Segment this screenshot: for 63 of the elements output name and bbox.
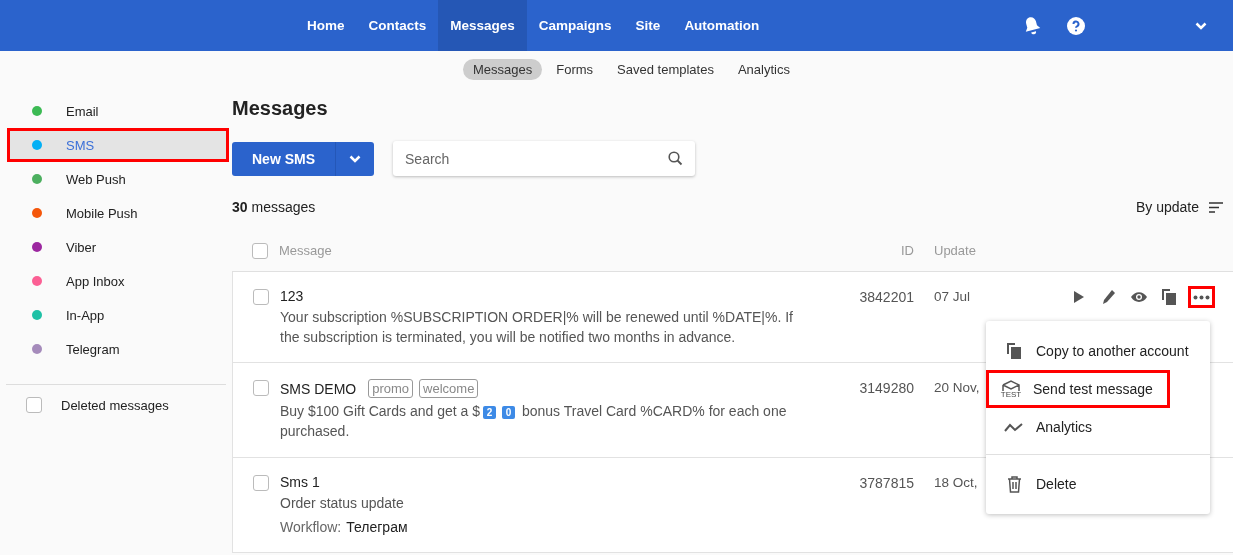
message-title[interactable]: SMS DEMO [280,380,357,397]
subnav-tab[interactable]: Saved templates [607,59,724,80]
date-cell-text: 20 Nov, [934,380,981,395]
sidebar-item[interactable]: Telegram [7,332,229,366]
envelope-icon [1002,379,1020,391]
message-count: 30 messages [232,199,316,215]
help-icon[interactable] [1067,16,1085,35]
column-header: Message [279,243,332,258]
sort-label[interactable]: By update [1135,199,1199,215]
nav-tab[interactable]: Campaigns [526,0,624,51]
checkbox[interactable] [253,380,269,396]
caret-icon [349,154,361,163]
menu-item[interactable]: Copy to another account [986,332,1206,370]
message-title[interactable]: Sms 1 [280,474,320,490]
search-field[interactable]: Search [393,141,695,176]
message-text: Your subscription %SUBSCRIPTION ORDER|% will be renewed until %DATE|%. If the subscription is terminated, you will be notified two months in advance. [280,308,794,347]
checkbox[interactable] [253,475,269,491]
nav-tab[interactable]: Home [295,0,357,51]
date-cell-text: 18 Oct, [934,475,979,490]
sort-icon[interactable] [1209,201,1223,213]
tag: welcome [419,379,479,398]
sidebar-item[interactable]: In-App [7,298,229,332]
subnav-tab[interactable]: Messages [463,59,543,80]
id-cell-text: 3842201 [858,288,914,307]
nav-tab[interactable]: Messages [438,0,527,51]
tag: promo [368,379,414,398]
nav-tab[interactable]: Automation [672,0,772,51]
id-cell-text: 3787815 [858,474,914,493]
copy-icon [1004,343,1024,359]
nav-tab[interactable]: Site [623,0,673,51]
sidebar-item[interactable]: SMS [7,128,229,162]
sidebar-item[interactable]: App Inbox [7,264,229,298]
menu-item[interactable]: Analytics [986,408,1186,446]
id-cell-text: 3149280 [858,379,914,398]
nav-tab[interactable]: Contacts [356,0,439,51]
menu-item[interactable]: TEST Send test message [986,370,1170,408]
chevron-down-icon[interactable] [1195,21,1207,30]
bell-icon[interactable] [1023,15,1041,36]
trend-line-icon [1004,422,1024,432]
message-title[interactable]: 123 [280,288,304,304]
column-header: Update [933,243,977,258]
sidebar-item[interactable]: Mobile Push [7,196,229,230]
sidebar-item[interactable]: Email [7,94,229,128]
message-text: Buy $100 Gift Cards and get a $ 2 0 bonus Travel Card %CARD% for each one purchased. [280,402,788,441]
subnav-tab[interactable]: Analytics [727,59,800,80]
checkbox[interactable] [253,289,269,305]
workflow-label: Workflow: [280,519,342,535]
column-header: ID [900,243,914,258]
test-label: TEST [1000,390,1022,399]
page-title: Messages [232,97,329,120]
dots-icon [1193,294,1210,300]
sidebar-item[interactable]: Viber [7,230,229,264]
deleted-messages-label[interactable]: Deleted messages [61,397,169,413]
checkbox[interactable] [252,242,268,259]
sidebar-item[interactable]: Web Push [7,162,229,196]
search-icon [668,151,683,166]
workflow-name: Телеграм [346,519,408,535]
subnav-tab[interactable]: Forms [546,59,604,80]
date-cell-text: 07 Jul [934,289,972,304]
menu-item[interactable]: Delete [986,465,1156,503]
message-text: Order status update [280,494,405,513]
checkbox[interactable] [26,397,42,413]
more-button[interactable] [1188,286,1215,308]
